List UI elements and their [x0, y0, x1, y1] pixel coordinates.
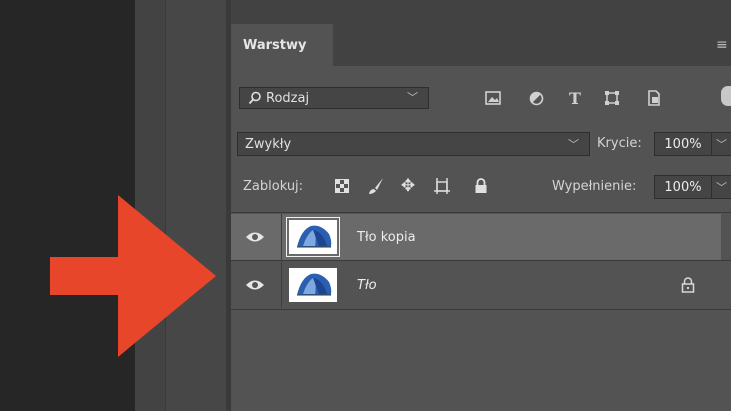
fill-dropdown[interactable]: ﹀ [712, 175, 731, 199]
smart-object-filter-icon[interactable] [645, 89, 663, 107]
opacity-dropdown[interactable]: ﹀ [712, 132, 731, 156]
lock-image-icon[interactable] [367, 177, 385, 195]
search-icon [248, 91, 261, 105]
layer-name: Tło kopia [357, 229, 416, 245]
red-arrow-annotation [50, 195, 216, 357]
visibility-column-divider [281, 262, 282, 308]
type-filter-icon[interactable]: T [566, 89, 584, 108]
lock-position-icon[interactable]: ✥ [399, 176, 417, 196]
adjustment-filter-icon[interactable] [527, 89, 545, 107]
layer-kind-filter[interactable]: Rodzaj ﹀ [239, 87, 429, 109]
layer-separator [231, 260, 731, 261]
layer-name: Tło [357, 277, 377, 293]
tent-icon [297, 225, 332, 248]
layers-list-top-border [231, 212, 731, 213]
layer-separator [231, 309, 731, 310]
opacity-value: 100% [664, 136, 702, 152]
lock-artboard-icon[interactable] [433, 177, 451, 195]
tab-layers-label: Warstwy [243, 37, 307, 53]
chevron-down-icon: ﹀ [716, 181, 727, 194]
opacity-label: Krycie: [597, 136, 642, 151]
lock-label: Zablokuj: [243, 179, 304, 194]
opacity-field[interactable]: 100% [654, 132, 712, 156]
tent-icon [297, 273, 332, 296]
layer-row[interactable]: Tło [231, 262, 721, 308]
tab-layers[interactable]: Warstwy [233, 24, 333, 66]
shape-filter-icon[interactable] [603, 89, 621, 107]
eye-icon[interactable] [245, 230, 265, 244]
eye-icon[interactable] [245, 278, 265, 292]
blend-mode-value: Zwykły [245, 136, 292, 152]
panel-menu-icon[interactable]: ≡ [716, 37, 728, 53]
chevron-down-icon: ﹀ [568, 138, 579, 151]
tab-bar [333, 24, 731, 66]
image-filter-icon[interactable] [484, 89, 502, 107]
layer-kind-label: Rodzaj [266, 90, 310, 106]
lock-all-icon[interactable] [472, 177, 490, 195]
fill-label: Wypełnienie: [552, 179, 637, 194]
visibility-column-divider [281, 214, 282, 260]
lock-transparent-icon[interactable] [333, 177, 351, 195]
panel-top-bar [231, 0, 731, 24]
chevron-down-icon: ﹀ [716, 138, 727, 151]
fill-field[interactable]: 100% [654, 175, 712, 199]
filter-toggle-switch[interactable] [721, 86, 731, 106]
lock-icon[interactable] [681, 277, 695, 293]
layer-thumbnail[interactable] [289, 268, 337, 302]
blend-mode-select[interactable]: Zwykły ﹀ [237, 132, 590, 156]
layer-thumbnail[interactable] [286, 217, 340, 257]
fill-value: 100% [664, 179, 702, 195]
layer-row[interactable]: Tło kopia [231, 214, 721, 260]
chevron-down-icon: ﹀ [407, 91, 418, 104]
